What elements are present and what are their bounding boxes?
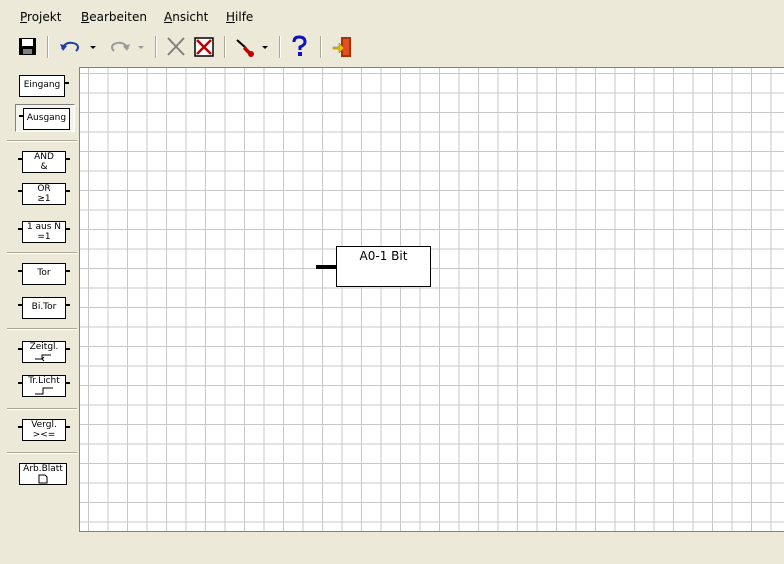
output-pin [66,348,70,350]
delete-all-icon [194,37,214,57]
or-gate-symbol: OR ≥1 [22,183,66,205]
step-waveform-icon [35,387,53,395]
arb-blatt-symbol: Arb.Blatt [19,463,67,485]
palette-separator [7,408,77,410]
palette-ausgang[interactable]: Ausgang [15,104,75,132]
bi-tor-symbol: Bi.Tor [22,297,66,319]
menu-projekt[interactable]: Projekt [20,10,61,24]
drawing-canvas[interactable]: A0-1 Bit [79,67,784,532]
output-pin [66,228,70,230]
redo-button[interactable] [104,34,134,60]
palette-arb-blatt[interactable]: Arb.Blatt [15,460,75,488]
toolbar-separator [320,36,322,58]
menu-bar: Projekt Bearbeiten Ansicht Hilfe [0,0,784,30]
help-icon [292,35,307,56]
zeitgl-symbol: Zeitgl. [22,341,66,363]
save-button[interactable] [16,34,40,60]
output-pin [66,270,70,272]
redo-dropdown[interactable] [134,34,148,60]
save-icon [19,38,36,55]
ausgang-symbol: Ausgang [23,108,70,130]
delete-button[interactable] [163,34,189,60]
dropdown-arrow-icon [262,46,268,49]
help-button[interactable] [286,34,312,60]
output-pin [65,82,69,84]
tr-licht-symbol: Tr.Licht [22,375,66,397]
toolbar-separator [155,36,157,58]
sheet-icon [38,474,48,484]
undo-icon [60,41,79,52]
dropdown-arrow-icon [138,46,144,49]
exit-icon [332,37,351,57]
palette-1-aus-n[interactable]: 1 aus N =1 [15,218,75,246]
block-input-pin[interactable] [316,265,336,269]
toolbar-separator [279,36,281,58]
palette-separator [7,328,77,330]
output-pin [66,304,70,306]
pin-dropdown[interactable] [258,34,272,60]
palette-vergl[interactable]: Vergl. ><= [15,416,75,444]
menu-ansicht[interactable]: Ansicht [164,10,208,24]
palette-tor[interactable]: Tor [15,260,75,288]
timer-waveform-icon [35,354,51,362]
delete-all-button[interactable] [191,34,217,60]
undo-button[interactable] [56,34,86,60]
palette-bi-tor[interactable]: Bi.Tor [15,294,75,322]
tor-symbol: Tor [22,263,66,285]
palette-or[interactable]: OR ≥1 [15,180,75,208]
vergl-symbol: Vergl. ><= [22,419,66,441]
pin-button[interactable] [232,34,258,60]
pin-icon [236,39,254,57]
eingang-symbol: Eingang [19,75,65,97]
menu-hilfe[interactable]: Hilfe [226,10,253,24]
output-pin [66,158,70,160]
toolbar-separator [47,36,49,58]
output-pin [66,426,70,428]
exit-button[interactable] [330,34,356,60]
palette-tr-licht[interactable]: Tr.Licht [15,372,75,400]
toolbar-separator [224,36,226,58]
undo-dropdown[interactable] [86,34,100,60]
output-pin [66,382,70,384]
redo-icon [111,41,130,52]
output-block[interactable]: A0-1 Bit [336,246,431,287]
palette-and[interactable]: AND & [15,148,75,176]
block-label: A0-1 Bit [359,249,408,263]
output-pin [66,190,70,192]
palette-eingang[interactable]: Eingang [15,72,75,100]
toolbar [0,30,784,66]
xor-gate-symbol: 1 aus N =1 [22,221,66,243]
palette-separator [7,452,77,454]
palette-separator [7,252,77,254]
palette-zeitgl[interactable]: Zeitgl. [15,338,75,366]
component-palette: Eingang Ausgang AND & OR ≥1 1 aus N =1 Tor … [0,66,78,536]
and-gate-symbol: AND & [22,151,66,173]
menu-bearbeiten[interactable]: Bearbeiten [81,10,147,24]
delete-icon [167,37,185,56]
dropdown-arrow-icon [90,46,96,49]
palette-separator [7,140,77,142]
